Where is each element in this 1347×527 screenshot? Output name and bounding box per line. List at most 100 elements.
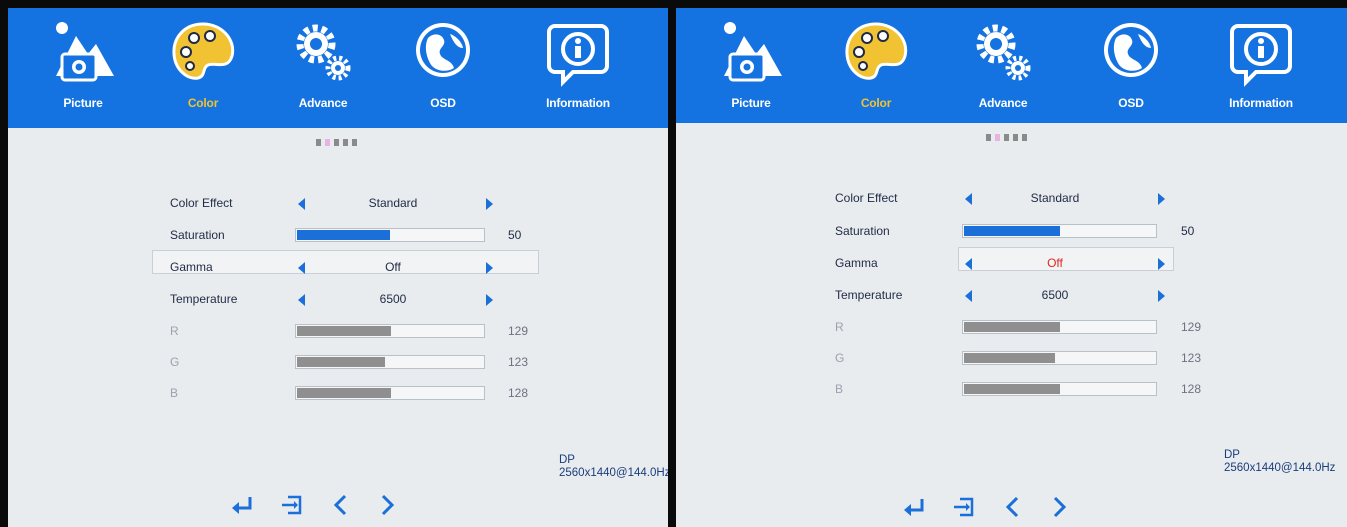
- tab-label: OSD: [430, 96, 456, 110]
- input-source: DP: [559, 454, 575, 466]
- tab-color[interactable]: Color: [148, 18, 258, 118]
- temperature-label: Temperature: [835, 288, 903, 302]
- b-row[interactable]: B 128: [170, 382, 550, 408]
- r-row[interactable]: R 129: [835, 316, 1215, 342]
- info-icon: [1230, 24, 1292, 87]
- enter-icon[interactable]: [902, 496, 926, 518]
- page-indicator: [986, 128, 1031, 141]
- b-row[interactable]: B 128: [835, 378, 1215, 404]
- saturation-slider[interactable]: [962, 224, 1157, 238]
- left-arrow-icon[interactable]: [298, 198, 305, 210]
- page-dot-active: [325, 139, 330, 146]
- tab-label: Information: [1229, 96, 1293, 110]
- right-arrow-icon[interactable]: [1158, 258, 1165, 270]
- picture-icon: [56, 22, 114, 82]
- tab-osd[interactable]: OSD: [1076, 18, 1186, 118]
- exit-icon[interactable]: [952, 496, 976, 518]
- saturation-row[interactable]: Saturation 50: [835, 220, 1215, 246]
- info-icon: [547, 24, 609, 87]
- color-effect-row[interactable]: Color Effect Standard: [835, 187, 1215, 213]
- slider-fill: [964, 353, 1055, 363]
- left-arrow-icon[interactable]: [965, 193, 972, 205]
- palette-icon: [845, 22, 908, 80]
- color-effect-value: Standard: [368, 196, 418, 210]
- b-slider[interactable]: [962, 382, 1157, 396]
- gamma-row[interactable]: Gamma Off: [170, 256, 550, 282]
- input-source: DP: [1224, 449, 1240, 461]
- gamma-value: Off: [385, 260, 401, 274]
- color-effect-label: Color Effect: [170, 196, 233, 210]
- b-slider[interactable]: [295, 386, 485, 400]
- r-slider[interactable]: [962, 320, 1157, 334]
- left-arrow-icon[interactable]: [965, 258, 972, 270]
- g-row[interactable]: G 123: [170, 351, 550, 377]
- tab-advance[interactable]: Advance: [948, 18, 1058, 118]
- gamma-value: Off: [1047, 256, 1063, 270]
- temperature-value: 6500: [379, 292, 407, 306]
- temperature-label: Temperature: [170, 292, 238, 306]
- gears-icon: [296, 24, 351, 81]
- r-slider[interactable]: [295, 324, 485, 338]
- page-dot-active: [995, 134, 1000, 141]
- tab-information[interactable]: Information: [523, 18, 633, 118]
- resolution-info: 2560x1440@144.0Hz: [1224, 462, 1336, 474]
- r-row[interactable]: R 129: [170, 320, 550, 346]
- left-arrow-icon[interactable]: [298, 294, 305, 306]
- page-indicator: [316, 133, 361, 146]
- tab-picture[interactable]: Picture: [696, 18, 806, 118]
- b-label: B: [835, 382, 844, 396]
- slider-fill: [964, 322, 1060, 332]
- exit-icon[interactable]: [280, 494, 304, 516]
- tab-information[interactable]: Information: [1206, 18, 1316, 118]
- right-arrow-icon[interactable]: [1158, 290, 1165, 302]
- osd-panel-left: Picture Color Advance OSD Information Co…: [8, 8, 668, 527]
- tab-osd[interactable]: OSD: [388, 18, 498, 118]
- g-row[interactable]: G 123: [835, 347, 1215, 373]
- page-dot: [334, 139, 339, 146]
- temperature-row[interactable]: Temperature 6500: [170, 288, 550, 314]
- prev-icon[interactable]: [331, 493, 351, 517]
- slider-fill: [297, 230, 390, 240]
- g-slider[interactable]: [962, 351, 1157, 365]
- gamma-row[interactable]: Gamma Off: [835, 252, 1215, 278]
- r-value: 129: [508, 324, 529, 338]
- palette-icon: [172, 22, 235, 80]
- enter-icon[interactable]: [230, 494, 254, 516]
- g-label: G: [835, 351, 845, 365]
- footer-controls: [902, 495, 1091, 525]
- slider-fill: [297, 388, 391, 398]
- right-arrow-icon[interactable]: [486, 262, 493, 274]
- right-arrow-icon[interactable]: [1158, 193, 1165, 205]
- tab-advance[interactable]: Advance: [268, 18, 378, 118]
- tab-label: Advance: [978, 96, 1028, 110]
- right-arrow-icon[interactable]: [486, 198, 493, 210]
- tab-label: Information: [546, 96, 610, 110]
- temperature-row[interactable]: Temperature 6500: [835, 284, 1215, 310]
- g-value: 123: [1181, 351, 1202, 365]
- saturation-value: 50: [1181, 224, 1195, 238]
- gamma-label: Gamma: [835, 256, 878, 270]
- gamma-label: Gamma: [170, 260, 213, 274]
- prev-icon[interactable]: [1003, 495, 1023, 519]
- tab-label: Advance: [298, 96, 348, 110]
- saturation-label: Saturation: [835, 224, 890, 238]
- slider-fill: [964, 226, 1060, 236]
- right-arrow-icon[interactable]: [486, 294, 493, 306]
- saturation-slider[interactable]: [295, 228, 485, 242]
- menu-bar: Picture Color Advance OSD Information: [8, 8, 668, 128]
- page-dot: [316, 139, 321, 146]
- page-dot: [1022, 134, 1027, 141]
- g-slider[interactable]: [295, 355, 485, 369]
- globe-icon: [416, 23, 470, 77]
- r-label: R: [835, 320, 844, 334]
- left-arrow-icon[interactable]: [965, 290, 972, 302]
- next-icon[interactable]: [377, 493, 397, 517]
- left-arrow-icon[interactable]: [298, 262, 305, 274]
- saturation-row[interactable]: Saturation 50: [170, 224, 550, 250]
- color-effect-row[interactable]: Color Effect Standard: [170, 192, 550, 218]
- tab-picture[interactable]: Picture: [28, 18, 138, 118]
- next-icon[interactable]: [1049, 495, 1069, 519]
- gears-icon: [976, 24, 1031, 81]
- tab-color[interactable]: Color: [821, 18, 931, 118]
- tab-label: Color: [187, 96, 219, 110]
